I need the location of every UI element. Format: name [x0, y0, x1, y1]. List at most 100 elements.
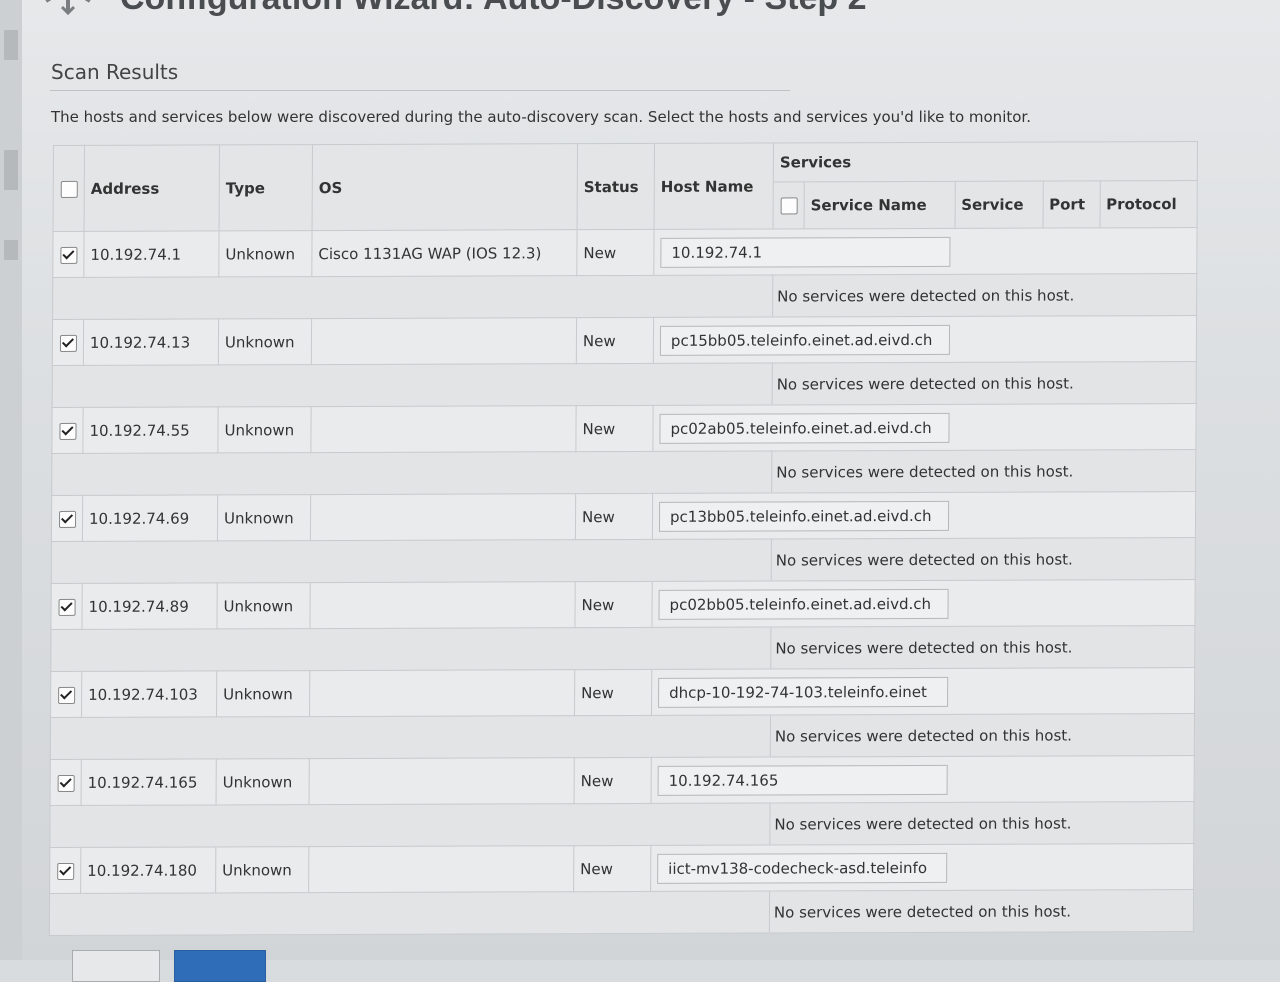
- header-service[interactable]: Service: [954, 181, 1043, 229]
- sidebar-nub: [4, 240, 18, 260]
- host-status: New: [573, 845, 651, 892]
- host-row: 10.192.74.180 Unknown New: [49, 843, 1194, 894]
- screen: Configuration Wizard: Auto-Discovery - S…: [0, 0, 1280, 982]
- host-name-input[interactable]: [658, 500, 950, 532]
- page-header: Configuration Wizard: Auto-Discovery - S…: [40, 0, 866, 18]
- select-all-hosts-checkbox[interactable]: [60, 180, 78, 198]
- header-type[interactable]: Type: [219, 144, 313, 231]
- header-status[interactable]: Status: [577, 143, 655, 230]
- host-select-cell: [52, 319, 84, 366]
- host-type: Unknown: [216, 758, 310, 805]
- services-spacer: [52, 362, 773, 408]
- host-os: [309, 669, 575, 717]
- host-os: [311, 317, 577, 365]
- services-row: No services were detected on this host.: [51, 449, 1196, 496]
- header-port[interactable]: Port: [1042, 180, 1100, 229]
- host-status: New: [575, 405, 654, 452]
- host-type: Unknown: [217, 406, 312, 453]
- services-row: No services were detected on this host.: [49, 801, 1195, 848]
- host-select-checkbox[interactable]: [56, 862, 74, 880]
- host-select-cell: [52, 231, 85, 278]
- select-all-services-checkbox[interactable]: [780, 197, 798, 215]
- host-type: Unknown: [216, 582, 311, 629]
- nagios-logo-icon: [40, 0, 96, 16]
- sidebar-strip: [0, 0, 22, 960]
- scan-results-table-wrapper: Address Type OS Status Host Name Service…: [49, 141, 1198, 936]
- host-select-checkbox[interactable]: [59, 246, 77, 264]
- host-name-input[interactable]: [657, 764, 948, 796]
- host-name-cell: [653, 227, 1198, 276]
- host-name-cell: [652, 403, 1197, 452]
- no-services-message: No services were detected on this host.: [770, 713, 1195, 758]
- no-services-message: No services were detected on this host.: [771, 449, 1196, 493]
- host-name-cell: [651, 579, 1196, 628]
- sidebar-nub: [4, 150, 18, 190]
- host-address: 10.192.74.165: [81, 758, 217, 806]
- host-os: [310, 405, 577, 453]
- header-service-name[interactable]: Service Name: [804, 181, 955, 229]
- back-button[interactable]: [72, 950, 160, 982]
- host-type: Unknown: [215, 846, 309, 893]
- host-address: 10.192.74.13: [83, 318, 219, 366]
- services-spacer: [50, 627, 771, 672]
- host-select-cell: [50, 759, 82, 806]
- host-name-input[interactable]: [660, 236, 951, 268]
- no-services-message: No services were detected on this host.: [769, 801, 1195, 846]
- host-name-cell: [653, 315, 1197, 364]
- services-spacer: [51, 450, 772, 496]
- services-row: No services were detected on this host.: [50, 713, 1195, 760]
- host-select-checkbox[interactable]: [57, 686, 75, 704]
- host-type: Unknown: [218, 230, 313, 277]
- host-address: 10.192.74.1: [83, 230, 220, 278]
- host-row: 10.192.74.55 Unknown New: [51, 403, 1197, 454]
- header-host-name[interactable]: Host Name: [654, 142, 774, 230]
- host-select-checkbox[interactable]: [58, 598, 76, 616]
- header-os[interactable]: OS: [312, 143, 578, 231]
- services-spacer: [51, 538, 772, 584]
- services-spacer: [52, 274, 773, 320]
- host-type: Unknown: [216, 670, 310, 717]
- services-row: No services were detected on this host.: [52, 273, 1197, 320]
- header-services: Services: [773, 141, 1198, 182]
- host-status: New: [574, 669, 652, 716]
- host-select-cell: [50, 583, 83, 630]
- sidebar-nub: [4, 30, 18, 60]
- host-name-input[interactable]: [659, 324, 951, 356]
- select-all-services-cell: [773, 181, 805, 229]
- host-select-checkbox[interactable]: [59, 334, 77, 352]
- host-name-cell: [651, 755, 1195, 804]
- section-intro: The hosts and services below were discov…: [51, 108, 1031, 126]
- header-protocol[interactable]: Protocol: [1099, 180, 1198, 228]
- host-status: New: [575, 493, 653, 540]
- host-os: [309, 757, 575, 805]
- host-address: 10.192.74.55: [82, 406, 219, 454]
- host-name-input[interactable]: [659, 412, 950, 444]
- no-services-message: No services were detected on this host.: [772, 273, 1197, 317]
- host-row: 10.192.74.165 Unknown New: [50, 755, 1195, 806]
- no-services-message: No services were detected on this host.: [771, 537, 1196, 581]
- services-row: No services were detected on this host.: [50, 625, 1195, 672]
- host-name-cell: [652, 491, 1196, 540]
- host-address: 10.192.74.180: [80, 846, 216, 894]
- host-status: New: [574, 581, 653, 628]
- no-services-message: No services were detected on this host.: [772, 361, 1197, 405]
- host-name-input[interactable]: [658, 676, 949, 708]
- header-address[interactable]: Address: [84, 144, 220, 232]
- host-os: Cisco 1131AG WAP (IOS 12.3): [311, 229, 578, 277]
- host-type: Unknown: [218, 318, 312, 365]
- host-row: 10.192.74.69 Unknown New: [51, 491, 1196, 542]
- host-select-checkbox[interactable]: [58, 422, 77, 440]
- host-select-cell: [51, 407, 84, 454]
- next-button[interactable]: [174, 950, 266, 982]
- services-row: No services were detected on this host.: [49, 889, 1194, 936]
- host-address: 10.192.74.69: [82, 494, 218, 542]
- host-row: 10.192.74.89 Unknown New: [50, 579, 1196, 630]
- host-name-input[interactable]: [658, 588, 949, 620]
- host-name-input[interactable]: [657, 852, 948, 884]
- host-os: [310, 493, 576, 541]
- host-select-checkbox[interactable]: [58, 510, 76, 528]
- host-select-checkbox[interactable]: [57, 774, 75, 792]
- no-services-message: No services were detected on this host.: [769, 889, 1194, 934]
- host-address: 10.192.74.103: [81, 670, 217, 718]
- services-spacer: [50, 715, 771, 760]
